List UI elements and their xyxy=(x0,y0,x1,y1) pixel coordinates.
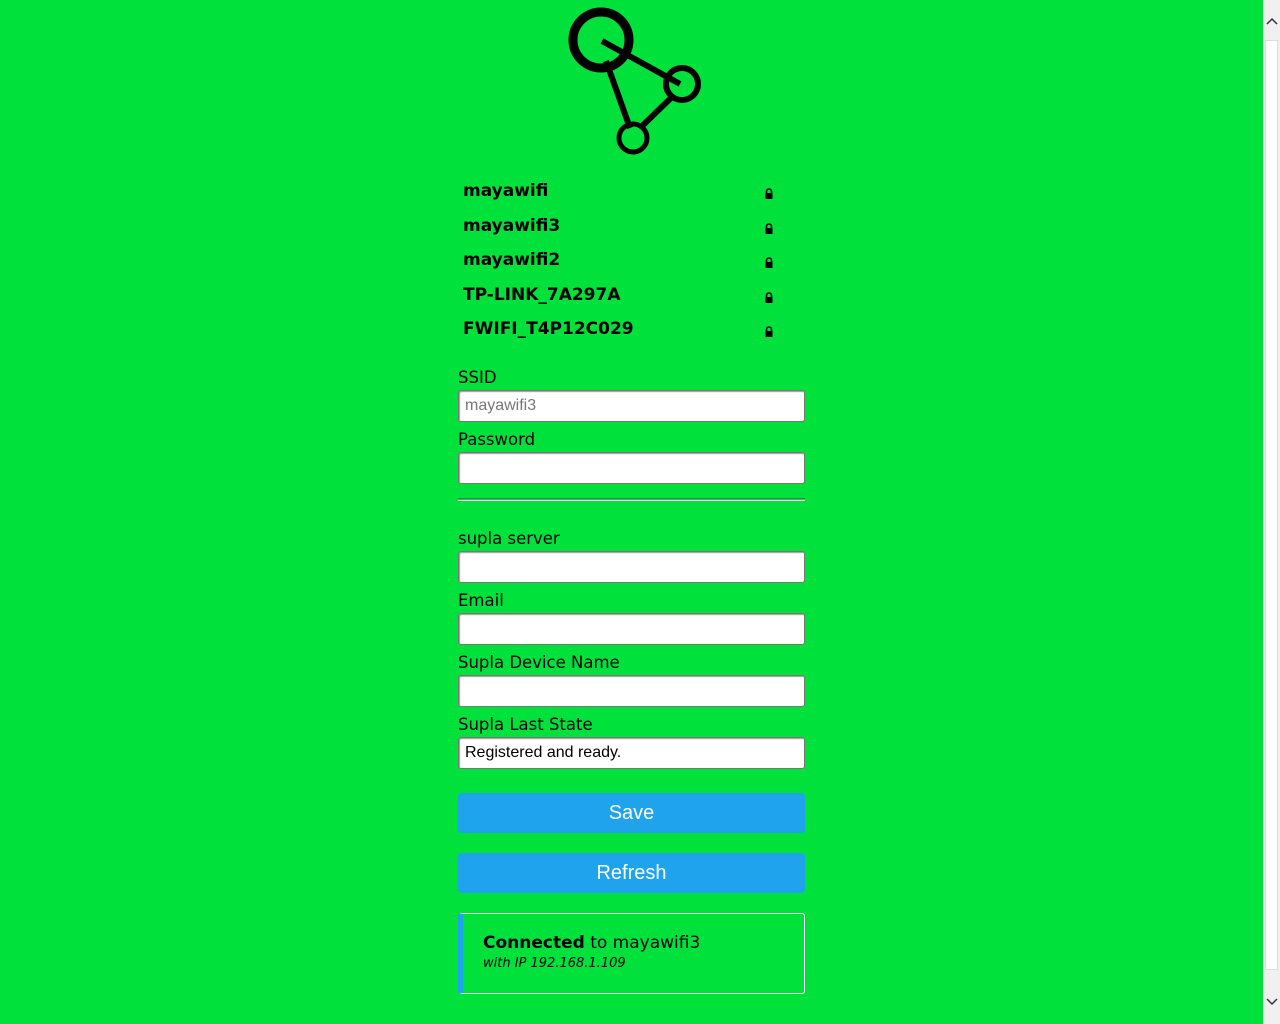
network-nodes-icon xyxy=(568,7,701,155)
scroll-down-icon[interactable] xyxy=(1263,993,1280,1010)
email-label: Email xyxy=(458,591,504,610)
connection-status-box: Connected to mayawifi3 with IP 192.168.1… xyxy=(458,913,805,994)
wifi-network-item[interactable]: mayawifi3 xyxy=(458,209,778,244)
connected-ssid: to mayawifi3 xyxy=(584,933,701,953)
wifi-network-item[interactable]: FWIFI_T4P12C029 xyxy=(458,312,778,347)
last-state-input[interactable] xyxy=(458,737,805,769)
ip-address-text: with IP 192.168.1.109 xyxy=(483,956,626,971)
ssid-label: SSID xyxy=(458,368,497,387)
connected-word: Connected xyxy=(483,933,585,953)
scroll-up-icon[interactable] xyxy=(1263,12,1280,29)
ssid-input[interactable] xyxy=(458,390,805,422)
device-name-label: Supla Device Name xyxy=(458,653,620,672)
wifi-network-ssid: mayawifi xyxy=(463,181,549,202)
page: mayawifi mayawifi3 mayawifi2 TP-LINK_7A297A… xyxy=(0,0,1264,1024)
supla-server-input[interactable] xyxy=(458,551,805,583)
save-button[interactable]: Save xyxy=(458,793,805,833)
lock-icon xyxy=(764,254,774,269)
lock-icon xyxy=(764,323,774,338)
connection-status-line: Connected to mayawifi3 xyxy=(483,933,804,953)
wifi-network-ssid: FWIFI_T4P12C029 xyxy=(463,319,634,340)
wifi-network-ssid: TP-LINK_7A297A xyxy=(463,284,621,305)
password-label: Password xyxy=(458,430,536,449)
divider xyxy=(458,498,805,501)
refresh-button[interactable]: Refresh xyxy=(458,853,805,893)
wifi-network-item[interactable]: mayawifi2 xyxy=(458,243,778,278)
vertical-scrollbar[interactable] xyxy=(1263,0,1280,1024)
last-state-label: Supla Last State xyxy=(458,715,593,734)
wifi-network-ssid: mayawifi2 xyxy=(463,250,561,271)
lock-icon xyxy=(764,185,774,200)
wifi-network-item[interactable]: TP-LINK_7A297A xyxy=(458,278,778,313)
wifi-network-item[interactable]: mayawifi xyxy=(458,174,778,209)
lock-icon xyxy=(764,289,774,303)
lock-icon xyxy=(764,220,774,234)
server-label: supla server xyxy=(458,529,560,548)
password-input[interactable] xyxy=(458,452,805,484)
settings-form: SSID Password supla server Email Supla D… xyxy=(458,366,805,994)
scrollbar-thumb[interactable] xyxy=(1265,40,1278,970)
email-input[interactable] xyxy=(458,613,805,645)
device-name-input[interactable] xyxy=(458,675,805,707)
wifi-network-list: mayawifi mayawifi3 mayawifi2 TP-LINK_7A297A… xyxy=(458,174,778,347)
wifi-network-ssid: mayawifi3 xyxy=(463,215,561,236)
